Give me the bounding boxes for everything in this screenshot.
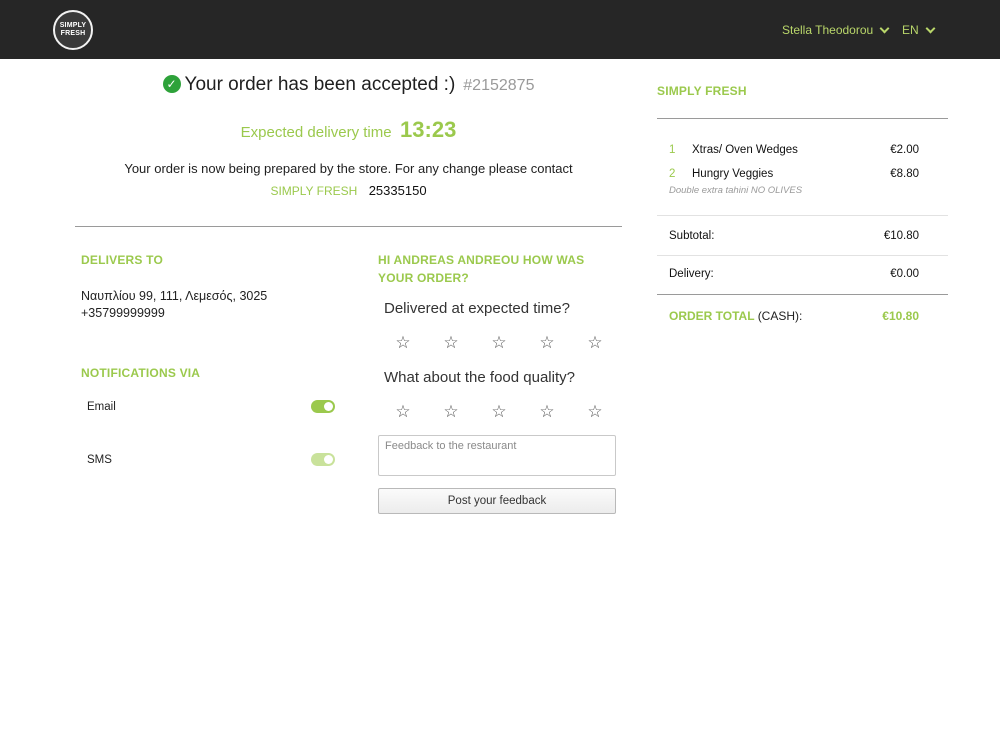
- chevron-down-icon: [925, 23, 936, 33]
- item-price: €8.80: [890, 168, 919, 180]
- divider: [657, 255, 948, 256]
- order-status-text: Your order has been accepted :): [184, 74, 456, 95]
- feedback-title: HI ANDREAS ANDREOU HOW WAS YOUR ORDER?: [378, 253, 585, 285]
- summary-store-name: SIMPLY FRESH: [657, 84, 747, 98]
- check-circle-icon: ✓: [162, 75, 181, 93]
- payment-method: (CASH): [757, 309, 800, 323]
- post-feedback-button[interactable]: Post your feedback: [378, 488, 616, 514]
- divider: [75, 226, 622, 227]
- delivery-address-block: Ναυπλίου 99, 111, Λεμεσός, 3025 +3579999…: [81, 288, 267, 322]
- delivery-phone: +35799999999: [81, 306, 165, 320]
- item-name: Hungry Veggies: [692, 168, 774, 180]
- expected-delivery-label: Expected delivery time: [240, 124, 392, 141]
- star-icon[interactable]: ☆: [394, 402, 412, 422]
- sms-toggle[interactable]: [311, 453, 335, 466]
- order-total-label: ORDER TOTAL: [669, 309, 755, 323]
- expected-delivery-time: 13:23: [400, 117, 457, 142]
- item-name: Xtras/ Oven Wedges: [692, 144, 798, 156]
- order-total-value: €10.80: [882, 309, 919, 323]
- star-icon[interactable]: ☆: [490, 402, 508, 422]
- subtotal-label: Subtotal:: [669, 230, 715, 242]
- notifications-title: NOTIFICATIONS VIA: [81, 366, 201, 380]
- simply-fresh-logo[interactable]: SIMPLY FRESH: [53, 10, 93, 50]
- divider: [657, 215, 948, 216]
- star-icon[interactable]: ☆: [490, 333, 508, 353]
- top-bar: SIMPLY FRESH Stella Theodorou EN: [0, 0, 1000, 59]
- star-icon[interactable]: ☆: [442, 333, 460, 353]
- star-icon[interactable]: ☆: [538, 402, 556, 422]
- item-quantity: 1: [669, 144, 676, 156]
- language-menu[interactable]: EN: [902, 23, 936, 37]
- notification-sms-row: SMS: [87, 453, 335, 466]
- preparing-message: Your order is now being prepared by the …: [124, 161, 573, 176]
- item-price: €2.00: [890, 144, 919, 156]
- subtotal-value: €10.80: [883, 230, 919, 242]
- notification-email-label: Email: [87, 401, 116, 413]
- delivery-row: Delivery: €0.00: [669, 268, 919, 280]
- delivery-label: Delivery:: [669, 268, 714, 280]
- order-number: #2152875: [463, 77, 535, 94]
- user-name: Stella Theodorou: [782, 23, 874, 37]
- divider: [657, 118, 948, 119]
- star-icon[interactable]: ☆: [586, 333, 604, 353]
- item-note: Double extra tahini NO OLIVES: [669, 185, 803, 196]
- store-contact: SIMPLY FRESH 25335150: [75, 183, 622, 198]
- notification-sms-label: SMS: [87, 454, 112, 466]
- item-quantity: 2: [669, 168, 676, 180]
- star-icon[interactable]: ☆: [394, 333, 412, 353]
- store-phone[interactable]: 25335150: [369, 183, 427, 198]
- delivery-value: €0.00: [890, 268, 919, 280]
- star-icon[interactable]: ☆: [586, 402, 604, 422]
- email-toggle[interactable]: [311, 400, 335, 413]
- delivers-to-title: DELIVERS TO: [81, 253, 163, 267]
- question-delivery-time: Delivered at expected time?: [384, 300, 570, 317]
- star-icon[interactable]: ☆: [538, 333, 556, 353]
- feedback-input[interactable]: [378, 435, 616, 476]
- language-label: EN: [902, 23, 919, 37]
- order-status-heading: ✓ Your order has been accepted :) #2152875: [75, 74, 622, 96]
- store-name: SIMPLY FRESH: [270, 184, 358, 198]
- divider: [657, 294, 948, 295]
- star-icon[interactable]: ☆: [442, 402, 460, 422]
- order-total-row: ORDER TOTAL (CASH): €10.80: [669, 309, 919, 323]
- food-quality-rating: ☆ ☆ ☆ ☆ ☆: [394, 402, 604, 422]
- delivery-address: Ναυπλίου 99, 111, Λεμεσός, 3025: [81, 289, 268, 303]
- notification-email-row: Email: [87, 400, 335, 413]
- question-food-quality: What about the food quality?: [384, 369, 575, 386]
- expected-delivery: Expected delivery time 13:23: [75, 117, 622, 143]
- subtotal-row: Subtotal: €10.80: [669, 230, 919, 242]
- delivery-time-rating: ☆ ☆ ☆ ☆ ☆: [394, 333, 604, 353]
- chevron-down-icon: [879, 23, 890, 33]
- order-total-colon: :: [799, 309, 803, 323]
- user-menu[interactable]: Stella Theodorou: [782, 23, 890, 37]
